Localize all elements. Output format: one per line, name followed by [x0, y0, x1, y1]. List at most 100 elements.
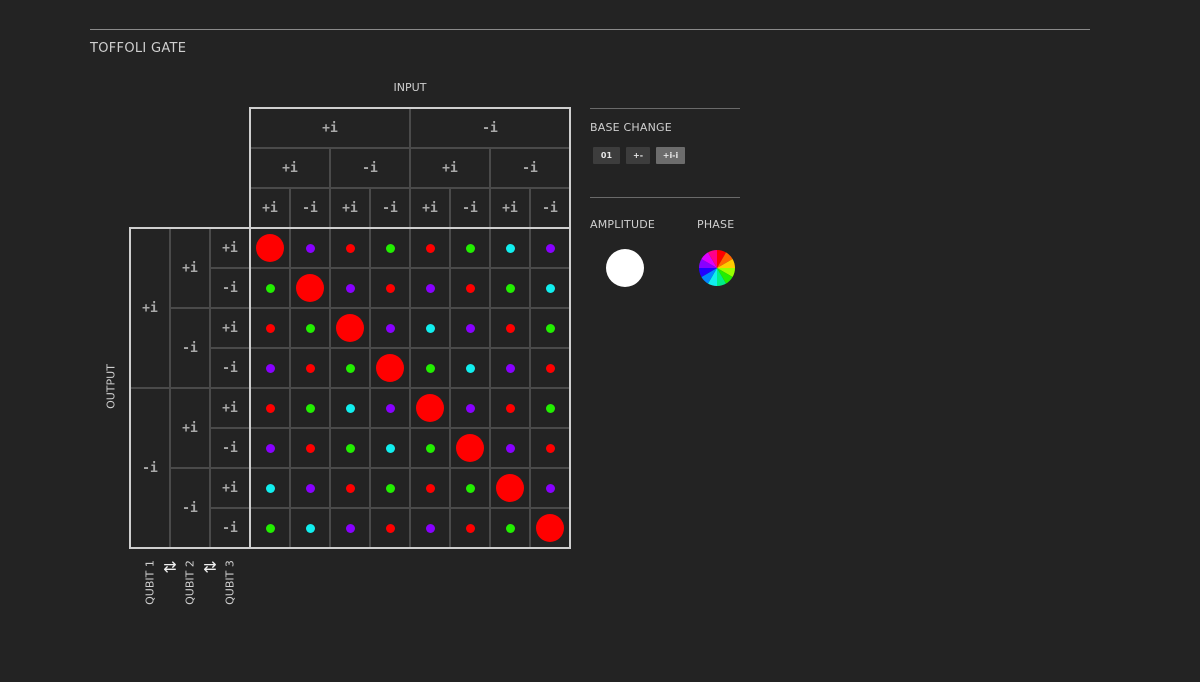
matrix-cell[interactable] — [490, 468, 530, 508]
matrix-cell[interactable] — [410, 268, 450, 308]
matrix-cell[interactable] — [370, 228, 410, 268]
matrix-cell[interactable] — [330, 228, 370, 268]
matrix-cell[interactable] — [450, 508, 490, 548]
matrix-cell[interactable] — [250, 428, 290, 468]
matrix-cell[interactable] — [530, 228, 570, 268]
matrix-cell[interactable] — [250, 348, 290, 388]
matrix-cell[interactable] — [490, 228, 530, 268]
matrix-cell[interactable] — [290, 508, 330, 548]
matrix-cell[interactable] — [530, 348, 570, 388]
matrix-cell[interactable] — [370, 268, 410, 308]
matrix-cell[interactable] — [370, 308, 410, 348]
output-qubit3-header: +i — [210, 468, 250, 508]
matrix-cell[interactable] — [410, 348, 450, 388]
matrix-cell[interactable] — [370, 388, 410, 428]
base-change-label: BASE CHANGE — [590, 121, 672, 134]
page-title: TOFFOLI GATE — [90, 41, 187, 56]
output-qubit1-header: +i — [130, 228, 170, 388]
matrix-cell[interactable] — [410, 228, 450, 268]
amplitude-dot-large — [496, 474, 524, 502]
matrix-cell[interactable] — [330, 508, 370, 548]
amplitude-dot-large — [536, 514, 564, 542]
matrix-cell[interactable] — [450, 268, 490, 308]
output-qubit3-header: -i — [210, 268, 250, 308]
matrix-cell[interactable] — [450, 468, 490, 508]
matrix-cell[interactable] — [530, 268, 570, 308]
matrix-cell[interactable] — [450, 348, 490, 388]
amplitude-dot-small — [385, 483, 395, 493]
matrix-cell[interactable] — [490, 308, 530, 348]
matrix-cell[interactable] — [450, 228, 490, 268]
amplitude-dot-small — [425, 363, 435, 373]
matrix-cell[interactable] — [490, 348, 530, 388]
input-qubit3-header: -i — [450, 188, 490, 228]
base-plus-minus-button[interactable]: +- — [626, 147, 650, 164]
matrix-cell[interactable] — [490, 508, 530, 548]
matrix-cell[interactable] — [410, 428, 450, 468]
base-01-button[interactable]: 01 — [593, 147, 620, 164]
amplitude-dot-small — [545, 403, 555, 413]
swap-qubits-icon[interactable]: ⇄ — [160, 559, 180, 575]
matrix-cell[interactable] — [330, 268, 370, 308]
matrix-cell[interactable] — [250, 228, 290, 268]
matrix-cell[interactable] — [290, 228, 330, 268]
swap-qubits-icon[interactable]: ⇄ — [200, 559, 220, 575]
matrix-cell[interactable] — [290, 468, 330, 508]
matrix-cell[interactable] — [290, 348, 330, 388]
amplitude-dot-small — [505, 323, 515, 333]
output-qubit3-header: +i — [210, 228, 250, 268]
matrix-cell[interactable] — [530, 508, 570, 548]
matrix-cell[interactable] — [370, 508, 410, 548]
amplitude-dot-small — [305, 323, 315, 333]
matrix-cell[interactable] — [290, 428, 330, 468]
matrix-cell[interactable] — [330, 388, 370, 428]
matrix-cell[interactable] — [410, 468, 450, 508]
matrix-cell[interactable] — [370, 468, 410, 508]
output-qubit3-header: -i — [210, 508, 250, 548]
matrix-cell[interactable] — [530, 388, 570, 428]
matrix-cell[interactable] — [530, 308, 570, 348]
matrix-cell[interactable] — [530, 468, 570, 508]
matrix-cell[interactable] — [330, 348, 370, 388]
matrix-cell[interactable] — [370, 428, 410, 468]
base-plus-i-minus-i-button[interactable]: +i-i — [656, 147, 685, 164]
amplitude-dot-small — [385, 243, 395, 253]
output-qubit3-header: +i — [210, 388, 250, 428]
matrix-cell[interactable] — [250, 508, 290, 548]
matrix-cell[interactable] — [290, 388, 330, 428]
matrix-cell[interactable] — [290, 308, 330, 348]
amplitude-dot-small — [305, 483, 315, 493]
amplitude-dot-small — [305, 363, 315, 373]
matrix-cell[interactable] — [250, 308, 290, 348]
matrix-cell[interactable] — [410, 308, 450, 348]
matrix-cell[interactable] — [450, 428, 490, 468]
matrix-cell[interactable] — [250, 468, 290, 508]
output-qubit3-header: -i — [210, 348, 250, 388]
matrix-cell[interactable] — [410, 388, 450, 428]
panel-divider — [590, 197, 740, 198]
matrix-cell[interactable] — [450, 388, 490, 428]
amplitude-dot-small — [465, 323, 475, 333]
matrix-cell[interactable] — [370, 348, 410, 388]
output-qubit1-header: -i — [130, 388, 170, 548]
qubit-label-2: QUBIT 2 — [183, 560, 197, 605]
matrix-cell[interactable] — [490, 268, 530, 308]
matrix-cell[interactable] — [490, 388, 530, 428]
amplitude-dot-small — [425, 323, 435, 333]
amplitude-dot-large — [256, 234, 284, 262]
matrix-cell[interactable] — [330, 308, 370, 348]
amplitude-dot-small — [385, 443, 395, 453]
amplitude-dot-small — [425, 243, 435, 253]
amplitude-dot-small — [465, 483, 475, 493]
matrix-cell[interactable] — [330, 468, 370, 508]
qubit-label-1: QUBIT 1 — [143, 560, 157, 605]
matrix-cell[interactable] — [530, 428, 570, 468]
matrix-cell[interactable] — [250, 268, 290, 308]
matrix-cell[interactable] — [330, 428, 370, 468]
matrix-cell[interactable] — [290, 268, 330, 308]
matrix-cell[interactable] — [410, 508, 450, 548]
matrix-cell[interactable] — [250, 388, 290, 428]
matrix-cell[interactable] — [450, 308, 490, 348]
matrix-cell[interactable] — [490, 428, 530, 468]
amplitude-dot-small — [465, 243, 475, 253]
